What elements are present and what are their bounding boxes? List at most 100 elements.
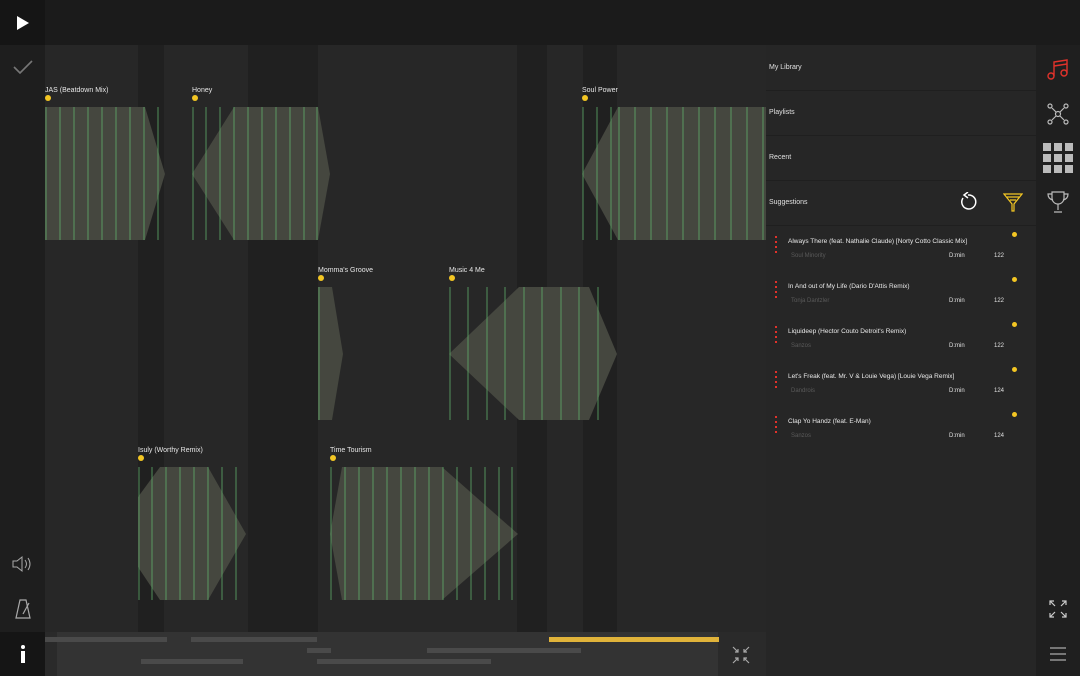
library-panel: My Library Playlists Recent Suggestions … <box>766 45 1036 676</box>
track-key: D:min <box>949 298 965 304</box>
expand-icon <box>1049 600 1067 618</box>
nav-my-library[interactable]: My Library <box>769 64 802 71</box>
volume-button[interactable] <box>0 552 45 576</box>
clip-mommas-groove[interactable]: Momma's Groove <box>318 267 373 420</box>
clip-marker[interactable] <box>582 95 588 101</box>
clip-marker[interactable] <box>318 275 324 281</box>
overview-clip <box>191 637 317 642</box>
refresh-icon <box>961 192 977 210</box>
network-icon <box>1047 103 1069 125</box>
clip-marker[interactable] <box>45 95 51 101</box>
track-bpm: 124 <box>994 433 1005 439</box>
add-track-dot[interactable] <box>1012 322 1017 327</box>
library-tab[interactable] <box>1036 53 1080 87</box>
track-title: Always There (feat. Nathalie Claude) [No… <box>788 238 968 245</box>
network-tab[interactable] <box>1036 97 1080 131</box>
nav-recent[interactable]: Recent <box>769 154 791 161</box>
track-row[interactable]: In And out of My Life (Dario D'Attis Rem… <box>766 270 1036 315</box>
drag-handle-icon[interactable] <box>775 326 777 344</box>
metronome-button[interactable] <box>0 596 45 622</box>
track-artist: Soul Minority <box>791 253 826 259</box>
overview-clip <box>45 637 167 642</box>
overview-clip <box>307 648 331 653</box>
track-row[interactable]: Always There (feat. Nathalie Claude) [No… <box>766 225 1036 270</box>
overview-clip <box>317 659 491 664</box>
track-artist: Sanzos <box>791 343 812 349</box>
menu-icon <box>1050 647 1066 661</box>
clip-label: Honey <box>192 87 213 94</box>
drag-handle-icon[interactable] <box>775 371 777 389</box>
track-row[interactable]: Liquideep (Hector Couto Detroit's Remix)… <box>766 315 1036 360</box>
metronome-icon <box>14 599 31 619</box>
clip-marker[interactable] <box>449 275 455 281</box>
clip-marker[interactable] <box>192 95 198 101</box>
track-key: D:min <box>949 433 965 439</box>
clip-honey[interactable]: Honey <box>192 87 332 240</box>
track-bpm: 122 <box>994 253 1005 259</box>
clip-label: Time Tourism <box>330 447 372 454</box>
play-icon <box>16 15 29 30</box>
clip-soul-power[interactable]: Soul Power <box>582 87 766 240</box>
track-bpm: 122 <box>994 298 1005 304</box>
timeline-overview[interactable] <box>45 632 766 676</box>
top-bar <box>45 0 766 45</box>
grid-tab[interactable] <box>1036 141 1080 175</box>
clip-label: Soul Power <box>582 87 618 94</box>
track-bpm: 124 <box>994 388 1005 394</box>
track-key: D:min <box>949 343 965 349</box>
overview-clip <box>427 648 581 653</box>
play-button[interactable] <box>0 0 45 45</box>
collapse-icon <box>732 646 750 664</box>
clip-label: JAS (Beatdown Mix) <box>45 87 109 94</box>
track-key: D:min <box>949 388 965 394</box>
track-title: Liquideep (Hector Couto Detroit's Remix) <box>788 328 907 335</box>
clip-marker[interactable] <box>138 455 144 461</box>
drag-handle-icon[interactable] <box>775 281 777 299</box>
track-artist: Dandrois <box>791 388 816 394</box>
filter-icon <box>1003 193 1023 212</box>
trophy-icon <box>1047 191 1069 213</box>
nav-suggestions[interactable]: Suggestions <box>769 199 808 206</box>
filter-button[interactable] <box>1001 190 1025 214</box>
clip-label: Momma's Groove <box>318 267 374 274</box>
track-artist: Tonja Dantzler <box>791 298 830 304</box>
track-row[interactable]: Let's Freak (feat. Mr. V & Louie Vega) [… <box>766 360 1036 405</box>
fullscreen-button[interactable] <box>1036 595 1080 623</box>
track-row[interactable]: Clap Yo Handz (feat. E-Man) Sanzos D:min 12… <box>766 405 1036 450</box>
clip-marker[interactable] <box>330 455 336 461</box>
add-track-dot[interactable] <box>1012 277 1017 282</box>
grid-icon <box>1043 143 1073 173</box>
track-title: In And out of My Life (Dario D'Attis Rem… <box>788 283 910 290</box>
clip-music-4-me[interactable]: Music 4 Me <box>449 267 617 420</box>
mix-canvas[interactable]: JAS (Beatdown Mix) Honey Soul Power Momm… <box>45 45 766 632</box>
confirm-button[interactable] <box>0 55 45 79</box>
drag-handle-icon[interactable] <box>775 236 777 254</box>
track-title: Let's Freak (feat. Mr. V & Louie Vega) [… <box>788 373 955 380</box>
clip-isuly[interactable]: Isuly (Worthy Remix) <box>138 447 248 600</box>
refresh-button[interactable] <box>956 190 980 214</box>
clip-time-tourism[interactable]: Time Tourism <box>330 447 520 600</box>
speaker-icon <box>12 555 30 573</box>
track-bpm: 122 <box>994 343 1005 349</box>
right-top-bar <box>766 0 1080 45</box>
overview-clip <box>141 659 243 664</box>
clip-jas[interactable]: JAS (Beatdown Mix) <box>45 87 167 240</box>
info-button[interactable] <box>0 632 45 676</box>
fit-view-button[interactable] <box>730 644 752 666</box>
right-icon-bar <box>1036 45 1080 676</box>
track-key: D:min <box>949 253 965 259</box>
add-track-dot[interactable] <box>1012 367 1017 372</box>
add-track-dot[interactable] <box>1012 232 1017 237</box>
track-artist: Sanzos <box>791 433 812 439</box>
music-note-icon <box>1047 59 1068 80</box>
trophy-tab[interactable] <box>1036 185 1080 219</box>
clip-label: Music 4 Me <box>449 267 485 274</box>
check-icon <box>12 60 33 75</box>
left-toolbar <box>0 0 45 676</box>
menu-button[interactable] <box>1036 641 1080 667</box>
nav-playlists[interactable]: Playlists <box>769 109 795 116</box>
add-track-dot[interactable] <box>1012 412 1017 417</box>
clip-label: Isuly (Worthy Remix) <box>138 447 203 454</box>
drag-handle-icon[interactable] <box>775 416 777 434</box>
track-title: Clap Yo Handz (feat. E-Man) <box>788 418 871 425</box>
